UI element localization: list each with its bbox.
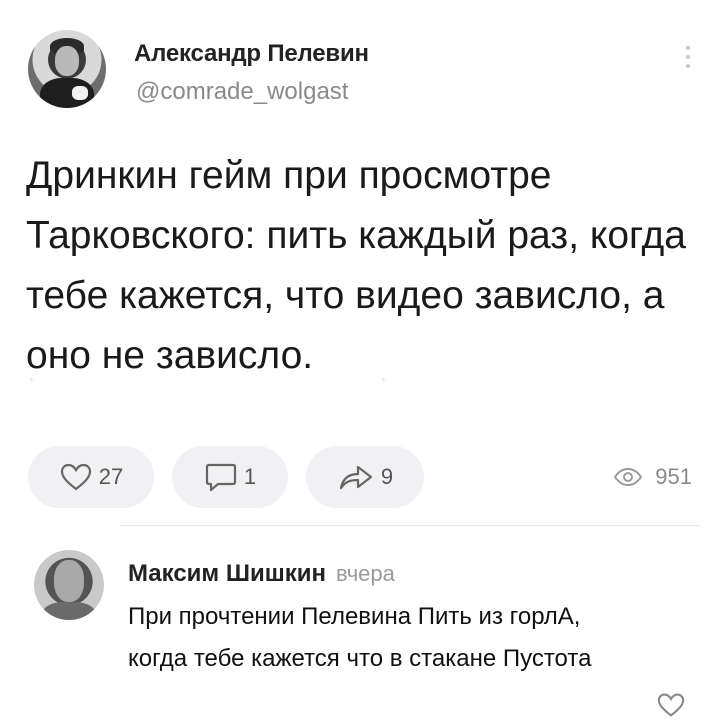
comment-bubble-icon [205, 463, 236, 492]
like-count: 27 [98, 464, 124, 489]
comment-author-name[interactable]: Максим Шишкин [128, 560, 326, 587]
post-actions: 27 1 9 951 [20, 446, 700, 510]
author-avatar[interactable] [28, 30, 106, 108]
comment-time: вчера [336, 561, 395, 586]
share-count: 9 [380, 464, 394, 489]
comment-button[interactable]: 1 [172, 446, 288, 508]
heart-icon [60, 463, 91, 491]
divider-dots [30, 378, 690, 386]
section-divider [120, 525, 700, 526]
share-arrow-icon [339, 465, 372, 490]
views-counter: 951 [613, 464, 692, 490]
comment-like-button[interactable] [656, 692, 686, 723]
more-vertical-icon[interactable] [682, 46, 694, 76]
author-handle[interactable]: @comrade_wolgast [136, 78, 348, 106]
comment-item: Максим Шишкин вчера При прочтении Пелевин… [20, 540, 700, 728]
comment-text: При прочтении Пелевина Пить из горлА, ко… [128, 603, 592, 672]
comment-author-avatar[interactable] [34, 550, 104, 620]
post-header: Александр Пелевин @comrade_wolgast [20, 22, 700, 122]
author-name[interactable]: Александр Пелевин [134, 40, 369, 68]
comment-header: Максим Шишкин вчера [128, 560, 395, 588]
views-count: 951 [655, 464, 692, 489]
eye-icon [614, 467, 643, 487]
post-text: Дринкин гейм при просмотре Тарковского: … [26, 154, 686, 377]
comment-count: 1 [243, 464, 257, 489]
heart-icon [657, 693, 685, 717]
share-button[interactable]: 9 [306, 446, 424, 508]
like-button[interactable]: 27 [28, 446, 154, 508]
